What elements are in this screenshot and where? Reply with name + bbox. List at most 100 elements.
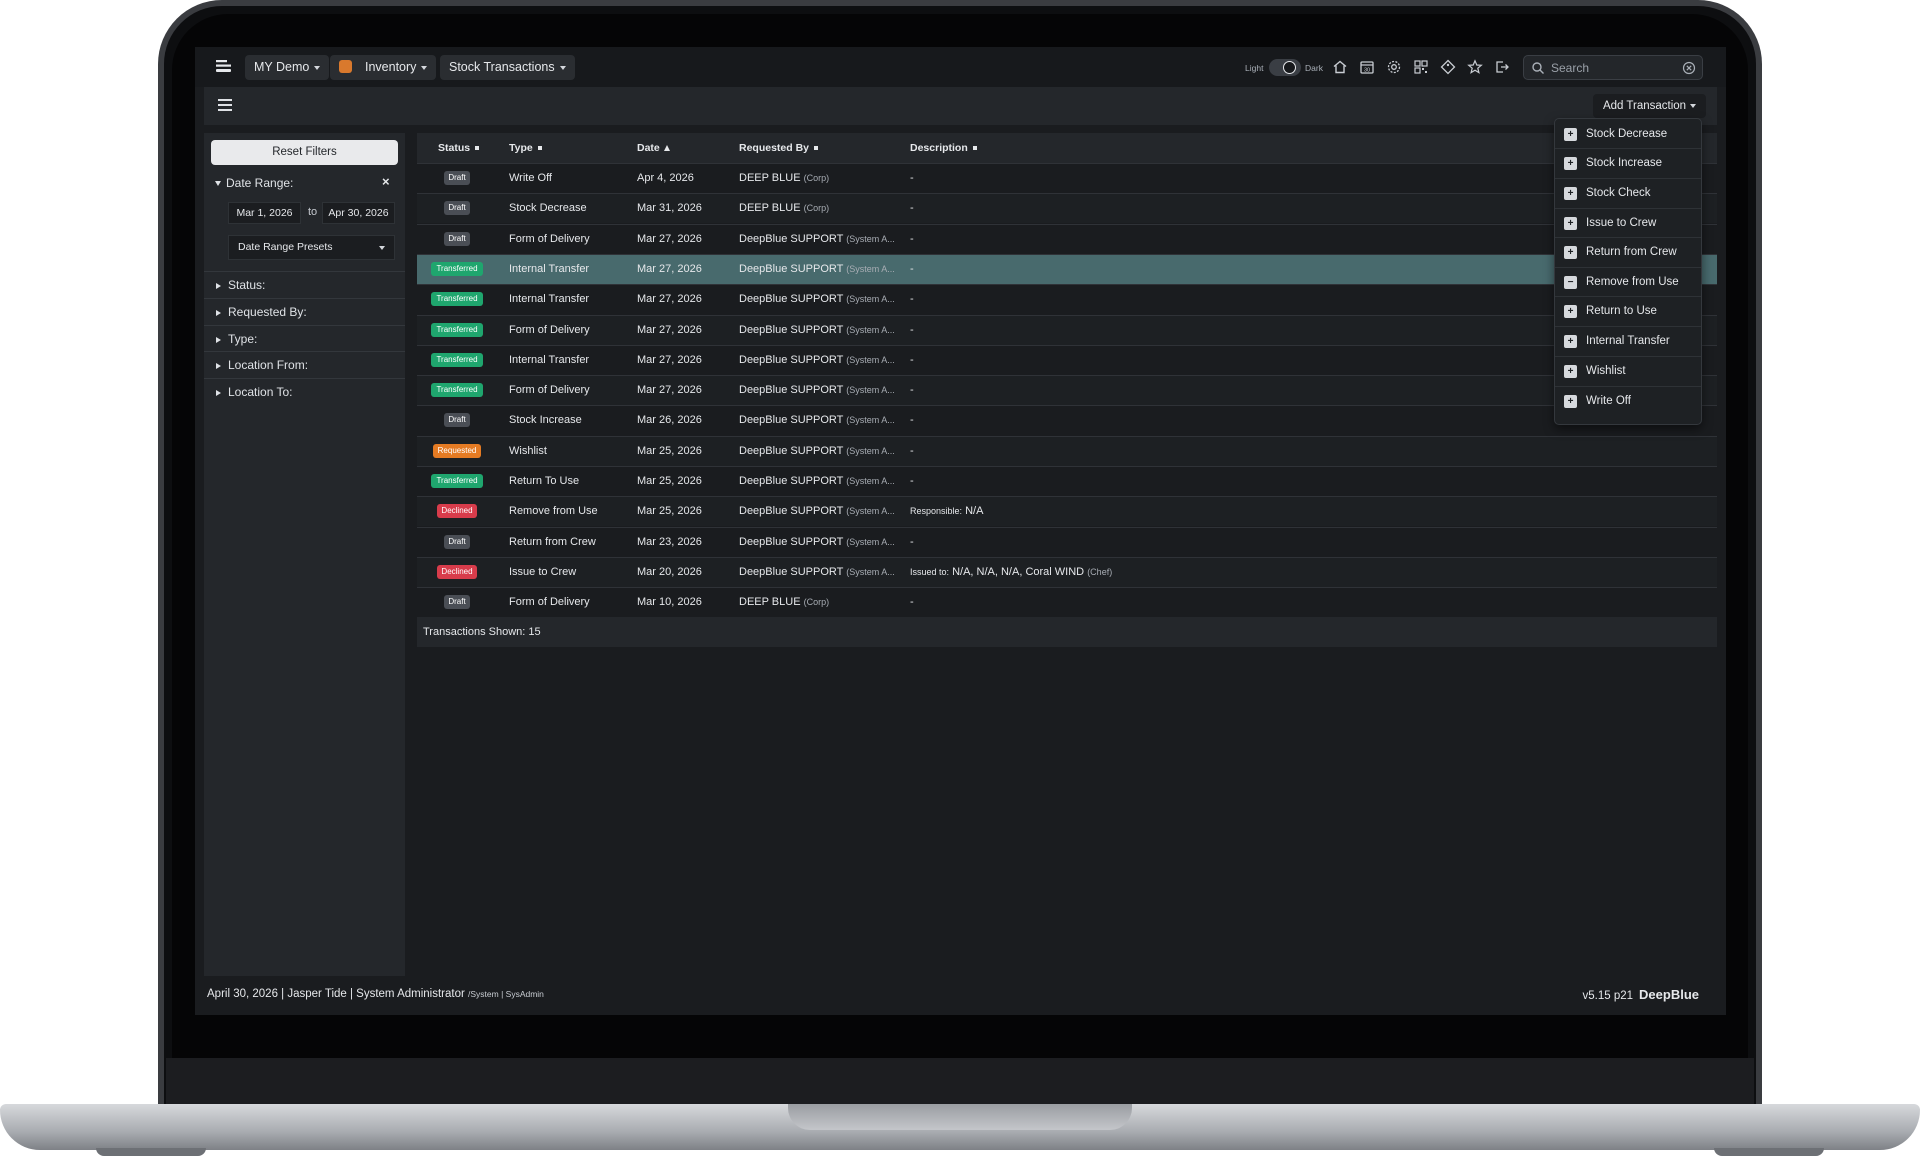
- tag-diamond-icon[interactable]: [1440, 59, 1456, 75]
- date-range-header[interactable]: Date Range:: [215, 176, 395, 190]
- type-cell: Stock Decrease: [509, 202, 587, 214]
- description-cell-value: -: [910, 414, 914, 427]
- status-badge: Declined: [437, 564, 477, 579]
- table-row[interactable]: Draft Stock Decrease Mar 31, 2026 DEEP BLUE…: [417, 193, 1717, 224]
- menu-item[interactable]: + Return to Use: [1555, 296, 1701, 324]
- search-input[interactable]: [1551, 58, 1681, 77]
- table-row[interactable]: Declined Issue to Crew Mar 20, 2026 DeepBlu…: [417, 556, 1717, 587]
- requested-by-cell-detail: (System A...: [846, 536, 895, 547]
- home-icon[interactable]: [1332, 59, 1348, 75]
- table-row[interactable]: Draft Form of Delivery Mar 10, 2026 DEEP BL…: [417, 587, 1717, 617]
- description-cell-value: -: [910, 475, 914, 487]
- requested-by-cell-detail: (Corp): [803, 597, 830, 608]
- breadcrumb-page[interactable]: Stock Transactions: [440, 55, 575, 80]
- menu-item-label: Stock Check: [1586, 187, 1651, 199]
- column-header-requested-by[interactable]: Requested By: [739, 142, 819, 154]
- status-badge: Draft: [444, 201, 470, 216]
- date-cell-value: Mar 31, 2026: [637, 202, 702, 215]
- logout-icon[interactable]: [1494, 59, 1510, 75]
- description-cell: -: [910, 324, 914, 336]
- type-cell: Remove from Use: [509, 505, 598, 517]
- menu-hamburger-icon[interactable]: [218, 99, 232, 111]
- plus-icon: +: [1564, 157, 1577, 170]
- svg-text:30: 30: [1364, 68, 1370, 74]
- column-header-type[interactable]: Type: [509, 142, 542, 154]
- breadcrumb-project[interactable]: MY Demo: [245, 55, 330, 80]
- chevron-down-icon: [1690, 103, 1697, 108]
- menu-item[interactable]: + Write Off: [1555, 386, 1701, 414]
- filter-label: Status:: [228, 278, 266, 292]
- filter-location-from[interactable]: Location From:: [204, 351, 405, 377]
- date-cell-value: Mar 25, 2026: [637, 475, 702, 487]
- requested-by-cell-value: DEEP BLUE: [739, 202, 801, 215]
- table-row[interactable]: Draft Stock Increase Mar 26, 2026 DeepBlue …: [417, 405, 1717, 435]
- plus-icon: +: [1564, 187, 1577, 200]
- clear-date-range-icon[interactable]: ×: [382, 174, 390, 189]
- app-logo-icon[interactable]: [215, 58, 233, 74]
- filter-requested-by[interactable]: Requested By:: [204, 298, 405, 324]
- gear-icon[interactable]: [1386, 59, 1402, 75]
- description-cell-prefix: Issued to:: [910, 566, 950, 577]
- description-cell-value: -: [910, 353, 914, 366]
- calendar-icon[interactable]: 30: [1359, 59, 1375, 75]
- date-cell: Mar 26, 2026: [637, 414, 702, 426]
- table-row[interactable]: Declined Remove from Use Mar 25, 2026 DeepB…: [417, 496, 1717, 527]
- sort-icon: [475, 146, 480, 150]
- description-cell: -: [910, 233, 914, 245]
- status-badge: Draft: [444, 171, 470, 185]
- column-header-status[interactable]: Status: [438, 142, 480, 154]
- description-cell-value: -: [910, 232, 914, 245]
- table-row[interactable]: Draft Return from Crew Mar 23, 2026 DeepBlu…: [417, 526, 1717, 557]
- filter-location-to[interactable]: Location To:: [204, 378, 405, 404]
- star-icon[interactable]: [1467, 59, 1483, 75]
- reset-filters-button[interactable]: Reset Filters: [211, 140, 398, 165]
- menu-item-label: Return from Crew: [1586, 246, 1677, 258]
- add-transaction-button[interactable]: Add Transaction: [1593, 94, 1706, 118]
- plus-icon: +: [1564, 365, 1577, 378]
- requested-by-cell-value: DEEP BLUE: [739, 596, 801, 609]
- version-label: v5.15 p21: [1582, 990, 1634, 1002]
- menu-item[interactable]: + Return from Crew: [1555, 237, 1701, 265]
- date-from-field[interactable]: Mar 1, 2026: [228, 202, 301, 224]
- table-row[interactable]: Transferred Internal Transfer Mar 27, 2026…: [417, 284, 1717, 314]
- requested-by-cell: DeepBlue SUPPORT (System A...: [739, 293, 895, 305]
- date-range-presets-select[interactable]: Date Range Presets: [228, 235, 395, 260]
- requested-by-cell-value: DeepBlue SUPPORT: [739, 475, 844, 487]
- date-cell-value: Apr 4, 2026: [637, 172, 694, 184]
- table-row[interactable]: Transferred Return To Use Mar 25, 2026 Deep…: [417, 466, 1717, 496]
- description-cell-prefix: Responsible:: [910, 506, 963, 517]
- table-row[interactable]: Draft Write Off Apr 4, 2026 DEEP BLUE (Corp…: [417, 163, 1717, 193]
- table-row[interactable]: Transferred Internal Transfer Mar 27, 2026…: [417, 253, 1717, 284]
- table-row[interactable]: Transferred Internal Transfer Mar 27, 2026…: [417, 344, 1717, 375]
- menu-item[interactable]: + Stock Decrease: [1555, 120, 1701, 148]
- requested-by-cell-value: DeepBlue SUPPORT: [739, 353, 844, 366]
- clear-search-icon[interactable]: [1682, 61, 1696, 75]
- breadcrumb-module[interactable]: Inventory: [330, 55, 437, 80]
- type-cell-value: Internal Transfer: [509, 293, 590, 306]
- table-row[interactable]: Draft Form of Delivery Mar 27, 2026 DeepBlu…: [417, 223, 1717, 254]
- menu-item[interactable]: + Issue to Crew: [1555, 208, 1701, 236]
- column-header-description[interactable]: Description: [910, 142, 977, 154]
- requested-by-cell: DeepBlue SUPPORT (System A...: [739, 445, 895, 457]
- date-to-field[interactable]: Apr 30, 2026: [322, 202, 395, 224]
- type-cell-value: Wishlist: [509, 444, 547, 457]
- requested-by-cell-detail: (System A...: [846, 566, 895, 577]
- filter-status[interactable]: Status:: [204, 271, 405, 297]
- table-row[interactable]: Requested Wishlist Mar 25, 2026 DeepBlue SU…: [417, 435, 1717, 466]
- column-header-date[interactable]: Date: [637, 142, 670, 154]
- requested-by-cell: DeepBlue SUPPORT (System A...: [739, 384, 895, 396]
- menu-item[interactable]: + Stock Check: [1555, 178, 1701, 206]
- qr-code-icon[interactable]: [1413, 59, 1429, 75]
- menu-item[interactable]: + Stock Increase: [1555, 148, 1701, 176]
- requested-by-cell-value: DeepBlue SUPPORT: [739, 262, 844, 275]
- menu-item[interactable]: + Wishlist: [1555, 356, 1701, 384]
- table-row[interactable]: Transferred Form of Delivery Mar 27, 2026 D…: [417, 314, 1717, 345]
- menu-item-label: Stock Increase: [1586, 157, 1663, 169]
- filter-type[interactable]: Type:: [204, 325, 405, 351]
- menu-item[interactable]: − Remove from Use: [1555, 267, 1701, 295]
- theme-toggle[interactable]: [1269, 59, 1301, 76]
- status-badge: Transferred: [431, 292, 483, 307]
- table-row[interactable]: Transferred Form of Delivery Mar 27, 2026 D…: [417, 375, 1717, 406]
- presets-label: Date Range Presets: [238, 241, 333, 253]
- menu-item[interactable]: + Internal Transfer: [1555, 326, 1701, 354]
